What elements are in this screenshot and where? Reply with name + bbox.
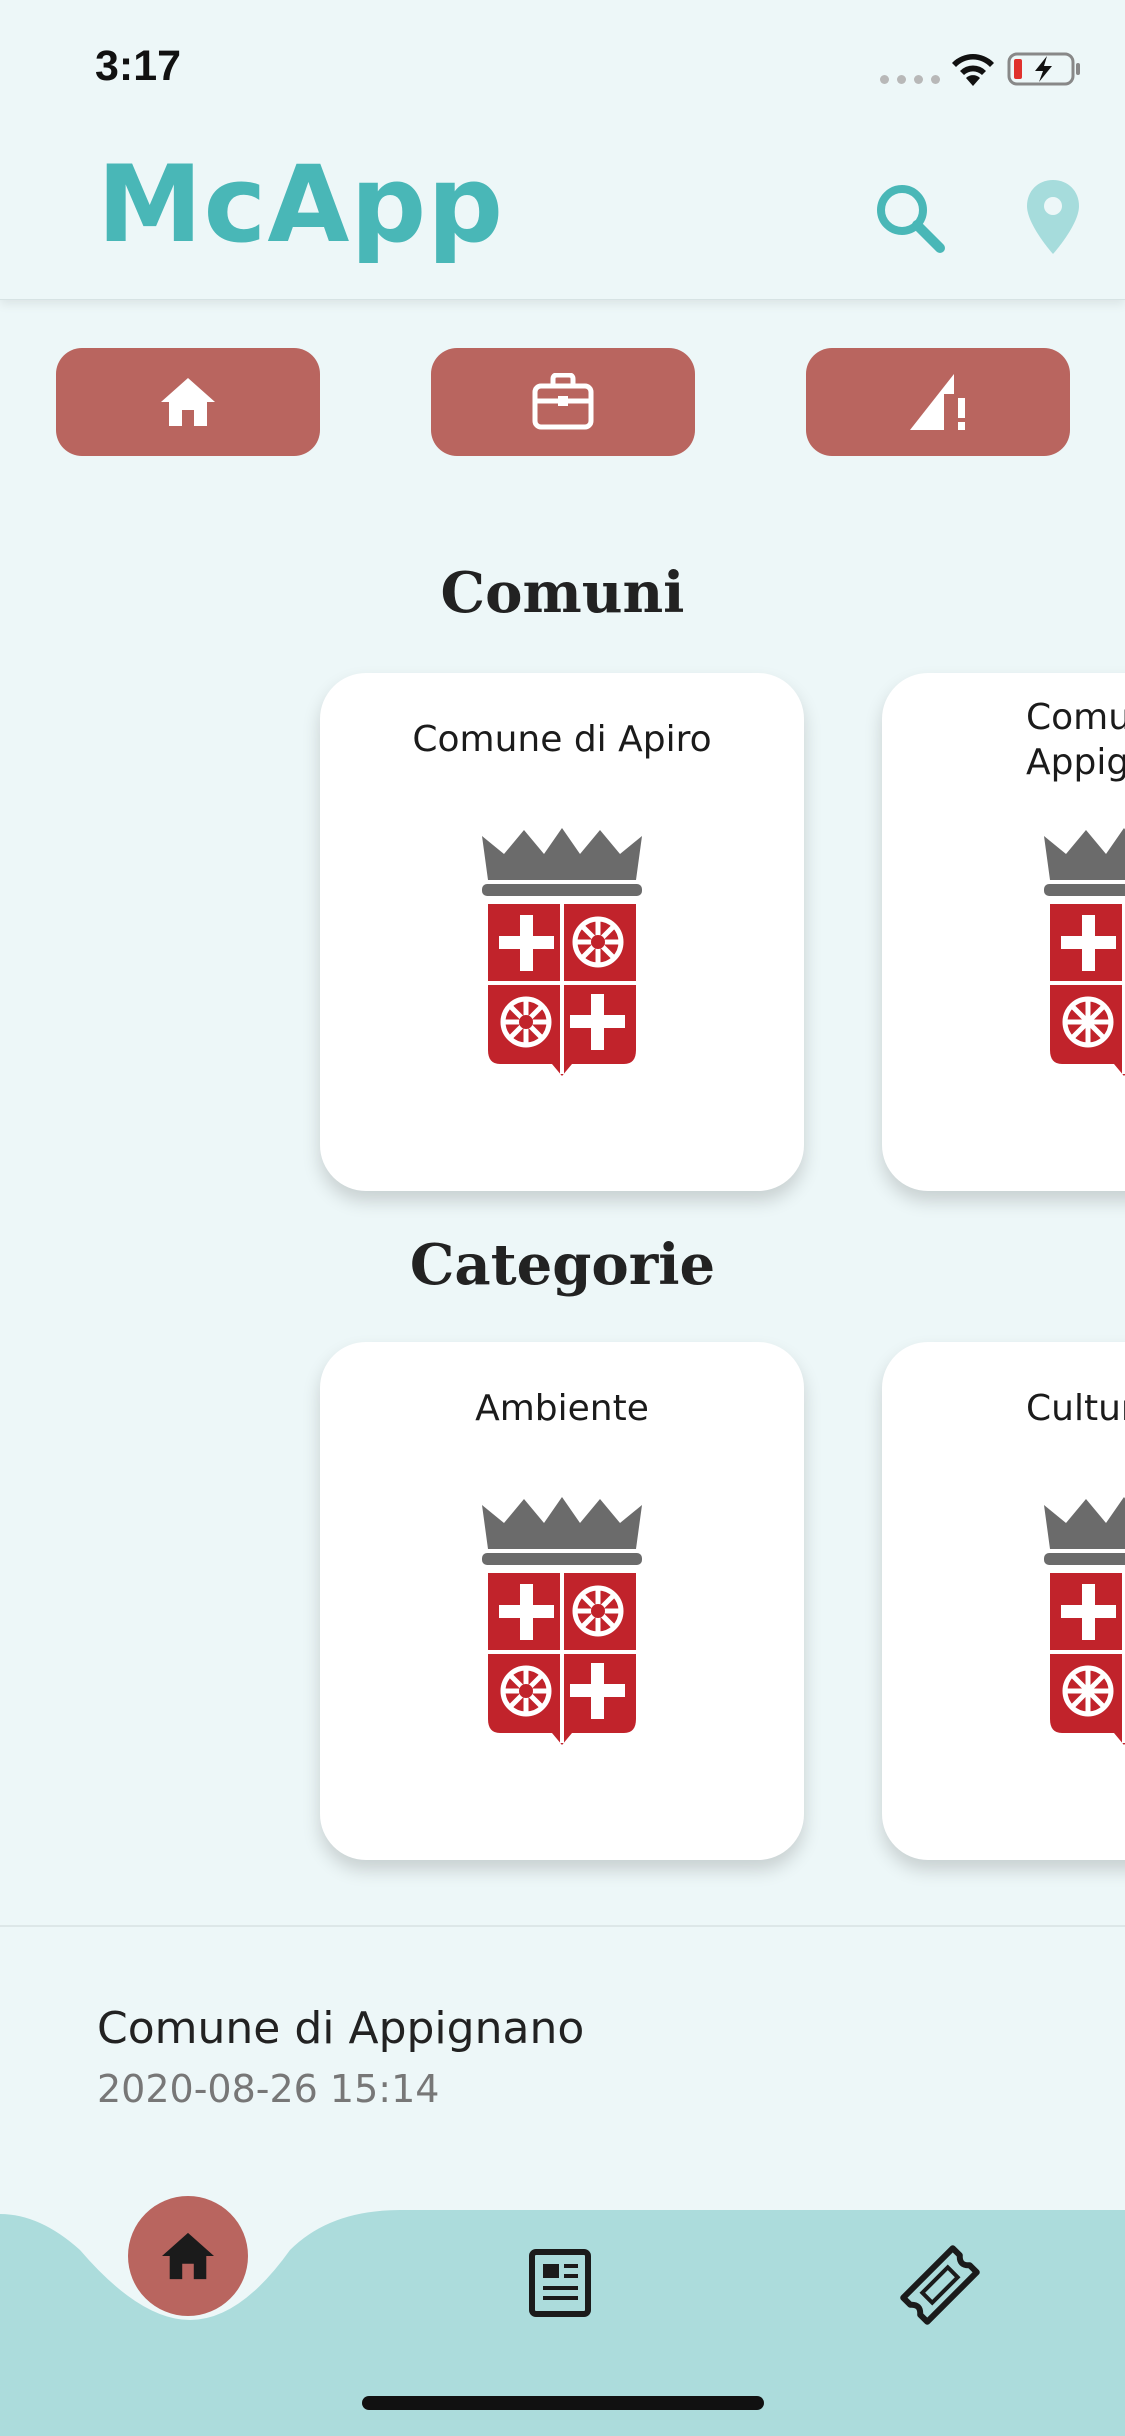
section-title-comuni: Comuni: [440, 560, 685, 626]
location-pin-icon[interactable]: [1025, 178, 1081, 258]
notification-date: 2020-08-26 15:14: [97, 2067, 440, 2111]
card-label: Cultura: [1026, 1388, 1125, 1429]
comune-card[interactable]: Comune di Apiro: [320, 673, 804, 1191]
card-label: Comune di Appignano: [1026, 697, 1125, 783]
coat-of-arms-icon: [1044, 828, 1125, 1076]
coat-of-arms-icon: [1044, 1497, 1125, 1745]
home-icon: [162, 2232, 214, 2280]
home-icon: [161, 378, 215, 426]
divider: [0, 1925, 1125, 1927]
categoria-card[interactable]: Cultura: [882, 1342, 1125, 1860]
signal-alert-icon: [910, 374, 965, 430]
coat-of-arms-icon: [482, 828, 642, 1076]
coat-of-arms-icon: [482, 1497, 642, 1745]
news-icon[interactable]: [528, 2248, 592, 2318]
comune-card[interactable]: Comune di Appignano: [882, 673, 1125, 1191]
signal-alert-button[interactable]: [806, 348, 1070, 456]
nav-home-button[interactable]: [128, 2196, 248, 2316]
work-button[interactable]: [431, 348, 695, 456]
home-indicator: [362, 2396, 764, 2410]
notification-title[interactable]: Comune di Appignano: [97, 2003, 584, 2054]
app-bar: McApp: [0, 0, 1125, 300]
home-button[interactable]: [56, 348, 320, 456]
categoria-card[interactable]: Ambiente: [320, 1342, 804, 1860]
briefcase-icon: [532, 373, 594, 430]
section-title-categorie: Categorie: [409, 1232, 716, 1298]
app-title: McApp: [97, 143, 505, 266]
card-label: Comune di Apiro: [412, 719, 712, 760]
card-label: Ambiente: [475, 1388, 649, 1429]
screen: 3:17 McApp Comuni Comune di Apiro Comu A…: [0, 0, 1125, 2436]
ticket-icon[interactable]: [895, 2240, 985, 2330]
search-icon[interactable]: [870, 178, 950, 258]
